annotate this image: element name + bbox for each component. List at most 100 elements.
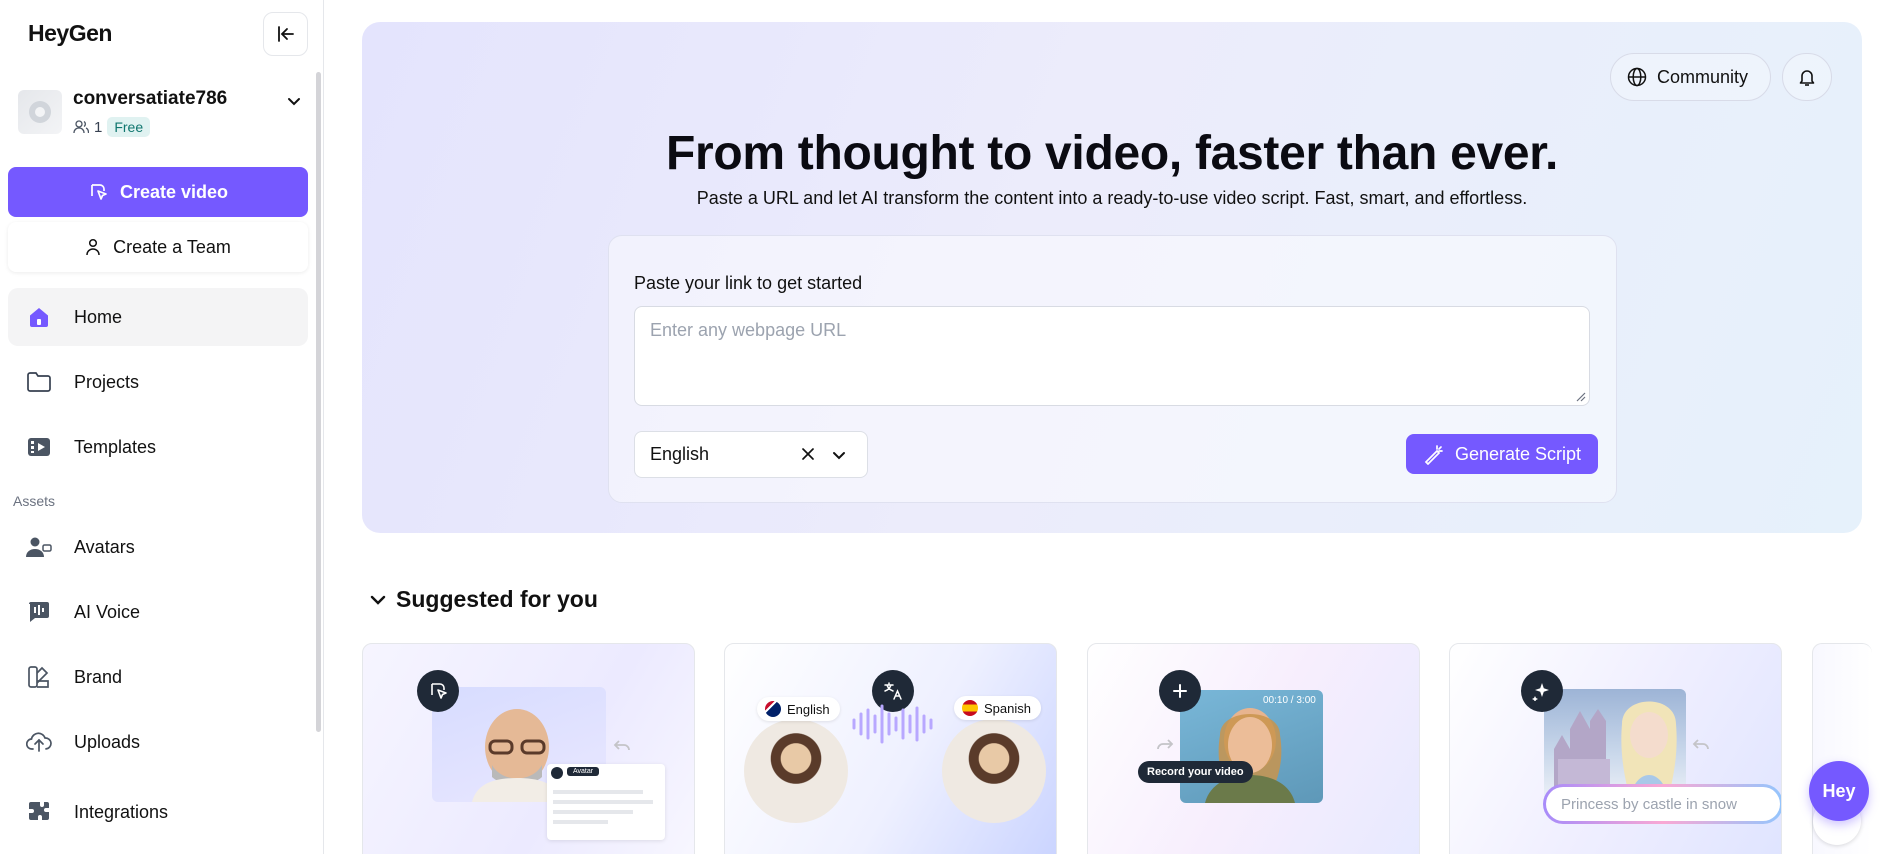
sidebar-item-label: AI Voice [74, 601, 141, 622]
ai-prompt-pill: Princess by castle in snow [1543, 784, 1781, 824]
sidebar-item-projects[interactable]: Projects [8, 353, 308, 411]
ai-assistant-label: Hey [1822, 780, 1856, 801]
integrations-icon [24, 797, 54, 827]
create-video-label: Create video [119, 181, 229, 202]
assets-section-label: Assets [13, 493, 56, 509]
suggested-tile-ai-generate[interactable]: Princess by castle in snow [1449, 643, 1782, 854]
account-switcher[interactable]: conversatiate786 1 Free [18, 88, 303, 140]
undo-arrow-icon [1692, 739, 1709, 750]
spain-flag-icon [962, 700, 978, 716]
url-input[interactable] [634, 306, 1590, 406]
upload-icon [24, 727, 54, 757]
sidebar-scrollbar[interactable] [316, 72, 321, 732]
language-value: English [650, 444, 710, 464]
sparkle-icon [1521, 670, 1563, 712]
sidebar-item-home[interactable]: Home [8, 288, 308, 346]
plan-badge: Free [107, 117, 151, 137]
user-icon [86, 238, 100, 256]
home-icon [24, 302, 54, 332]
create-team-label: Create a Team [113, 236, 231, 257]
target-language-pill: Spanish [954, 696, 1041, 720]
suggested-heading: Suggested for you [396, 586, 598, 612]
bell-icon [1799, 70, 1815, 86]
sidebar-item-avatars[interactable]: Avatars [8, 518, 308, 576]
script-panel: Avatar [547, 764, 665, 840]
community-label: Community [1656, 66, 1748, 87]
suggested-tile-translate[interactable]: English Spanish [724, 643, 1057, 854]
sidebar-item-label: Integrations [74, 801, 169, 822]
hero-section: Community From thought to video, faster … [362, 22, 1862, 533]
sidebar-item-integrations[interactable]: Integrations [8, 783, 308, 841]
magic-wand-icon [1424, 445, 1443, 465]
chevron-down-icon [370, 595, 386, 605]
undo-arrow-icon [613, 740, 630, 751]
sidebar-item-label: Home [74, 306, 123, 327]
ai-assistant-button[interactable]: Hey [1809, 761, 1869, 821]
collapse-icon [277, 26, 294, 42]
hero-title: From thought to video, faster than ever. [665, 127, 1559, 180]
sidebar-item-label: Projects [74, 371, 140, 392]
hero-subtitle: Paste a URL and let AI transform the con… [696, 188, 1528, 208]
brand-icon [24, 662, 54, 692]
member-count: 1 [94, 118, 103, 136]
url-field-label: Paste your link to get started [634, 273, 863, 293]
text-line [553, 800, 653, 804]
cursor-icon [91, 184, 107, 200]
suggested-section-toggle[interactable]: Suggested for you [368, 586, 598, 613]
redo-arrow-icon [1157, 739, 1174, 750]
source-language-label: English [787, 701, 830, 717]
globe-icon [1627, 67, 1647, 87]
chevron-down-icon [288, 98, 300, 106]
generate-script-label: Generate Script [1454, 443, 1582, 464]
sidebar-item-brand[interactable]: Brand [8, 648, 308, 706]
ai-prompt-text: Princess by castle in snow [1561, 795, 1737, 813]
panel-dot [551, 767, 563, 779]
chevron-down-icon [833, 452, 845, 460]
sidebar-item-label: Templates [74, 436, 157, 457]
language-select[interactable]: English [634, 431, 868, 478]
resize-handle-icon[interactable] [1576, 392, 1586, 402]
account-avatar [18, 90, 62, 134]
templates-icon [24, 432, 54, 462]
text-line [553, 790, 643, 794]
sidebar-item-ai-voice[interactable]: AI Voice [8, 583, 308, 641]
avatar-icon [24, 532, 54, 562]
account-meta: 1 Free [73, 117, 151, 137]
translated-avatar-photo [942, 719, 1046, 823]
voice-icon [24, 597, 54, 627]
generate-script-button[interactable]: Generate Script [1406, 434, 1598, 474]
sidebar: HeyGen conversatiate786 1 Free Create vi… [0, 0, 324, 854]
uk-flag-icon [765, 701, 781, 717]
plus-icon [1159, 670, 1201, 712]
sidebar-item-templates[interactable]: Templates [8, 418, 308, 476]
collapse-sidebar-button[interactable] [263, 12, 308, 56]
url-script-card: Paste your link to get started English G… [608, 235, 1617, 503]
create-video-button[interactable]: Create video [8, 167, 308, 217]
text-line [553, 810, 633, 814]
source-avatar-photo [744, 719, 848, 823]
sidebar-item-label: Brand [74, 666, 123, 687]
notifications-button[interactable] [1782, 53, 1832, 101]
heygen-logo[interactable]: HeyGen [28, 20, 112, 47]
record-preview-photo [1180, 690, 1323, 803]
waveform-icon [852, 704, 933, 744]
avatar-badge: Avatar [567, 767, 600, 776]
avatar-placeholder-icon [29, 101, 51, 123]
clear-icon[interactable] [799, 445, 817, 463]
record-timer: 00:10 / 3:00 [1263, 695, 1316, 706]
target-language-label: Spanish [984, 700, 1031, 716]
source-language-pill: English [757, 697, 840, 721]
members-icon [73, 120, 89, 134]
record-your-video-label: Record your video [1138, 761, 1253, 783]
folder-icon [24, 367, 54, 397]
create-team-button[interactable]: Create a Team [8, 222, 308, 272]
sidebar-item-uploads[interactable]: Uploads [8, 713, 308, 771]
suggested-tile-record-video[interactable]: 00:10 / 3:00 Record your video [1087, 643, 1420, 854]
suggested-tile-avatar-video[interactable]: Avatar [362, 643, 695, 854]
sidebar-item-label: Uploads [74, 731, 141, 752]
text-line [553, 820, 608, 824]
community-button[interactable]: Community [1609, 53, 1771, 101]
cursor-icon [417, 670, 459, 712]
sidebar-item-label: Avatars [74, 536, 135, 557]
account-username: conversatiate786 [73, 88, 228, 109]
